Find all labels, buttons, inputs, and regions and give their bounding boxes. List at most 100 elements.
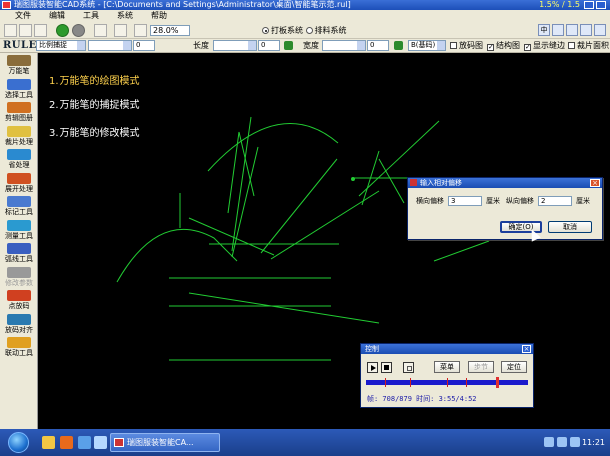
title-bar: 瑞图服装智能CAD系统 - [C:\Documents and Settings…: [0, 0, 610, 10]
sidebar-tool[interactable]: 裁片处理: [0, 125, 38, 149]
sidebar-tool-label: 剪辑图册: [5, 114, 33, 122]
h-offset-input[interactable]: 3: [448, 196, 482, 206]
sidebar-tool[interactable]: 点放码: [0, 290, 38, 313]
sidebar-tool[interactable]: 万能笔: [0, 55, 38, 78]
playback-control: 控制 × 菜单 步节 定位 帧: 708/879 时间: 3:55/4:52: [360, 343, 534, 408]
width-label: 宽度: [303, 41, 319, 50]
flag-icon[interactable]: [570, 437, 580, 447]
print-icon[interactable]: [94, 24, 107, 37]
expand-tool-icon: [7, 172, 31, 184]
sidebar-tool-label: 测量工具: [5, 231, 33, 240]
folder-icon[interactable]: [42, 436, 55, 449]
browser-icon[interactable]: [78, 436, 91, 449]
start-button[interactable]: [8, 432, 29, 453]
tool-sidebar: 万能笔 选择工具剪辑图册裁片处理省处理 展开处理 标记工具测量工具弧线工具修改参数点放…: [0, 53, 38, 429]
back-icon[interactable]: [56, 24, 69, 37]
v-offset-label: 纵向偏移: [506, 197, 534, 205]
taskbar-app-button[interactable]: 瑞图服装智能CA...: [110, 433, 220, 452]
zoom-icon[interactable]: [134, 24, 147, 37]
v-offset-unit: 厘米: [576, 197, 590, 205]
menu-help[interactable]: 帮助: [142, 10, 176, 22]
close-button[interactable]: [596, 1, 606, 9]
new-file-icon[interactable]: [4, 24, 17, 37]
link-tool-icon: [7, 337, 31, 348]
menu-system[interactable]: 系统: [108, 10, 142, 22]
ime-lang-icon[interactable]: 中: [538, 24, 550, 36]
sidebar-tool[interactable]: 标记工具: [0, 196, 38, 219]
progress-thumb[interactable]: [495, 377, 499, 388]
radio-dot: [262, 27, 269, 34]
menu-tools[interactable]: 工具: [74, 10, 108, 22]
cad-line: [188, 217, 275, 256]
width-select[interactable]: [322, 40, 366, 51]
network-icon[interactable]: [544, 437, 554, 447]
moon-icon[interactable]: [566, 24, 578, 36]
snap-option-select[interactable]: [88, 40, 132, 51]
ime-icon[interactable]: [552, 24, 564, 36]
chevron-down-icon: [77, 41, 85, 50]
control-titlebar: 控制 ×: [361, 344, 533, 354]
size-select[interactable]: B(基码): [408, 40, 446, 51]
measure-tool-icon: [7, 219, 31, 231]
app-icon: [2, 1, 11, 9]
sidebar-tool[interactable]: 选择工具: [0, 78, 38, 102]
stop-icon[interactable]: [381, 362, 392, 373]
step-button[interactable]: 步节: [468, 361, 494, 373]
sidebar-tool[interactable]: 修改参数: [0, 266, 38, 290]
sidebar-tool[interactable]: 联动工具: [0, 337, 38, 360]
volume-icon[interactable]: [557, 437, 567, 447]
step-icon[interactable]: [403, 362, 414, 373]
cancel-button[interactable]: 取消: [548, 221, 592, 233]
open-file-icon[interactable]: [19, 24, 32, 37]
sidebar-tool-label: 裁片处理: [5, 137, 33, 146]
save-icon[interactable]: [34, 24, 47, 37]
playback-status: 帧: 708/879 时间: 3:55/4:52: [367, 395, 477, 403]
menu-edit[interactable]: 编辑: [40, 10, 74, 22]
width-apply-icon[interactable]: [394, 41, 403, 50]
radio-pattern-system[interactable]: 打板系统: [262, 26, 303, 35]
sidebar-tool-label: 修改参数: [5, 278, 33, 287]
pen-icon[interactable]: [580, 24, 592, 36]
menu-button[interactable]: 菜单: [434, 361, 460, 373]
sidebar-tool[interactable]: 省处理: [0, 149, 38, 172]
sidebar-tool[interactable]: 剪辑图册: [0, 102, 38, 125]
sidebar-tool[interactable]: 测量工具: [0, 219, 38, 243]
snap-mode-select[interactable]: 比例捕捉: [36, 40, 86, 51]
dialog-titlebar: 输入相对偏移 ×: [408, 178, 602, 188]
snap-value-input[interactable]: 0: [133, 40, 155, 51]
offset-dialog: 输入相对偏移 × 横向偏移 3 厘米 纵向偏移 2 厘米 确定(O) 取消: [407, 177, 603, 240]
ime-toolbar: 中: [538, 24, 606, 37]
chevron-down-icon: [437, 41, 445, 50]
checkbox-grading[interactable]: 放码图: [450, 41, 483, 51]
locate-button[interactable]: 定位: [501, 361, 527, 373]
checkbox-seam[interactable]: ✓ 显示缝边: [524, 41, 565, 51]
help-icon[interactable]: [594, 24, 606, 36]
width-input[interactable]: 0: [367, 40, 389, 51]
zoom-select[interactable]: 28.0%: [150, 25, 190, 36]
cad-point: [351, 177, 355, 181]
radio-marker-system[interactable]: 排料系统: [305, 26, 347, 35]
checkbox-structure[interactable]: ✓ 结构图: [487, 41, 520, 51]
desktop-icon[interactable]: [94, 436, 107, 449]
close-icon[interactable]: ×: [522, 345, 531, 353]
minimize-button[interactable]: [584, 1, 594, 9]
sidebar-tool[interactable]: 弧线工具: [0, 243, 38, 266]
play-icon[interactable]: [367, 362, 378, 373]
v-offset-input[interactable]: 2: [538, 196, 572, 206]
sidebar-tool[interactable]: 展开处理: [0, 172, 38, 196]
length-select[interactable]: [213, 40, 257, 51]
media-icon[interactable]: [60, 436, 73, 449]
length-input[interactable]: 0: [258, 40, 280, 51]
progress-tick: [409, 378, 411, 387]
menu-file[interactable]: 文件: [6, 10, 40, 22]
system-radio-group: 打板系统 排料系统: [262, 25, 347, 36]
progress-tick: [385, 378, 387, 387]
dialog-title: 输入相对偏移: [420, 179, 462, 187]
checkbox-area[interactable]: 裁片面积: [568, 41, 609, 51]
record-icon[interactable]: [72, 24, 85, 37]
table-icon[interactable]: [114, 24, 127, 37]
close-icon[interactable]: ×: [590, 179, 600, 187]
sidebar-tool[interactable]: 放码对齐: [0, 313, 38, 337]
cad-line: [231, 146, 259, 258]
length-apply-icon[interactable]: [284, 41, 293, 50]
